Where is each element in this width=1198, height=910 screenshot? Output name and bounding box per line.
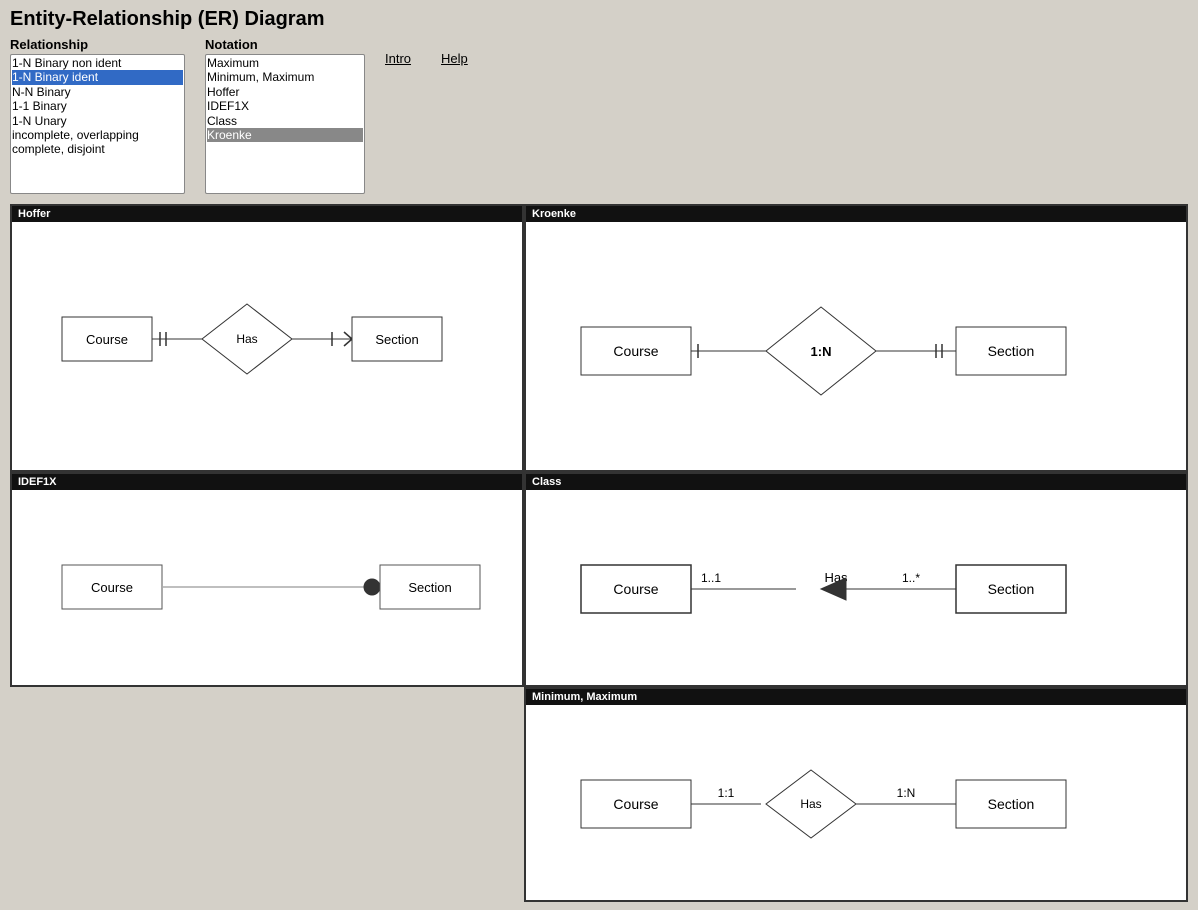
idef1x-course-label: Course <box>91 580 133 595</box>
notation-select[interactable]: Maximum Minimum, Maximum Hoffer IDEF1X C… <box>205 54 365 194</box>
intro-link[interactable]: Intro <box>385 51 411 66</box>
class-diagram: Class Course 1..1 Has <box>524 472 1188 687</box>
class-svg: Course 1..1 Has 1..* <box>526 490 1186 687</box>
class-label1: 1..1 <box>701 571 721 585</box>
notation-group: Notation Maximum Minimum, Maximum Hoffer… <box>205 37 365 194</box>
minmax-title: Minimum, Maximum <box>526 689 1186 705</box>
notation-label: Notation <box>205 37 365 52</box>
nav-links: Intro Help <box>385 51 468 66</box>
idef1x-content: Course Section <box>12 490 522 687</box>
hoffer-content: Course Has <box>12 222 522 472</box>
hoffer-svg: Course Has <box>12 222 522 472</box>
hoffer-diagram: Hoffer Course Has <box>10 204 524 472</box>
idef1x-svg: Course Section <box>12 490 522 687</box>
idef1x-section-label: Section <box>408 580 451 595</box>
minmax-diagram: Minimum, Maximum Course 1:1 Has <box>524 687 1188 902</box>
idef1x-title: IDEF1X <box>12 474 522 490</box>
kroenke-diamond-label: 1:N <box>811 344 832 359</box>
kroenke-course-label: Course <box>613 343 658 359</box>
minmax-svg: Course 1:1 Has 1:N <box>526 705 1186 902</box>
top-controls: Relationship 1-N Binary non ident 1-N Bi… <box>10 37 1188 194</box>
hoffer-diamond-label: Has <box>236 332 257 346</box>
diagrams-area: Hoffer Course Has <box>10 204 1188 902</box>
hoffer-crow1 <box>344 332 352 339</box>
minmax-diamond-label: Has <box>800 797 821 811</box>
kroenke-title: Kroenke <box>526 206 1186 222</box>
relationship-select[interactable]: 1-N Binary non ident 1-N Binary ident N-… <box>10 54 185 194</box>
left-column: Hoffer Course Has <box>10 204 524 902</box>
idef1x-diagram: IDEF1X Course Section <box>10 472 524 687</box>
kroenke-content: Course 1:N <box>526 222 1186 472</box>
idef1x-circle <box>364 579 380 595</box>
class-content: Course 1..1 Has 1..* <box>526 490 1186 687</box>
class-course-label: Course <box>613 581 658 597</box>
kroenke-diagram: Kroenke Course 1:N <box>524 204 1188 472</box>
kroenke-section-label: Section <box>988 343 1035 359</box>
page: Entity-Relationship (ER) Diagram Relatio… <box>0 0 1198 910</box>
hoffer-crow2 <box>344 339 352 346</box>
minmax-label1: 1:1 <box>718 786 735 800</box>
page-title: Entity-Relationship (ER) Diagram <box>10 8 1188 31</box>
class-title: Class <box>526 474 1186 490</box>
relationship-label: Relationship <box>10 37 185 52</box>
hoffer-title: Hoffer <box>12 206 522 222</box>
relationship-group: Relationship 1-N Binary non ident 1-N Bi… <box>10 37 185 194</box>
minmax-section-label: Section <box>988 796 1035 812</box>
hoffer-section-label: Section <box>375 332 418 347</box>
kroenke-svg: Course 1:N <box>526 222 1186 472</box>
minmax-label2: 1:N <box>897 786 916 800</box>
class-label2: 1..* <box>902 571 920 585</box>
hoffer-course-label: Course <box>86 332 128 347</box>
right-column: Kroenke Course 1:N <box>524 204 1188 902</box>
class-section-label: Section <box>988 581 1035 597</box>
help-link[interactable]: Help <box>441 51 468 66</box>
minmax-course-label: Course <box>613 796 658 812</box>
minmax-content: Course 1:1 Has 1:N <box>526 705 1186 902</box>
